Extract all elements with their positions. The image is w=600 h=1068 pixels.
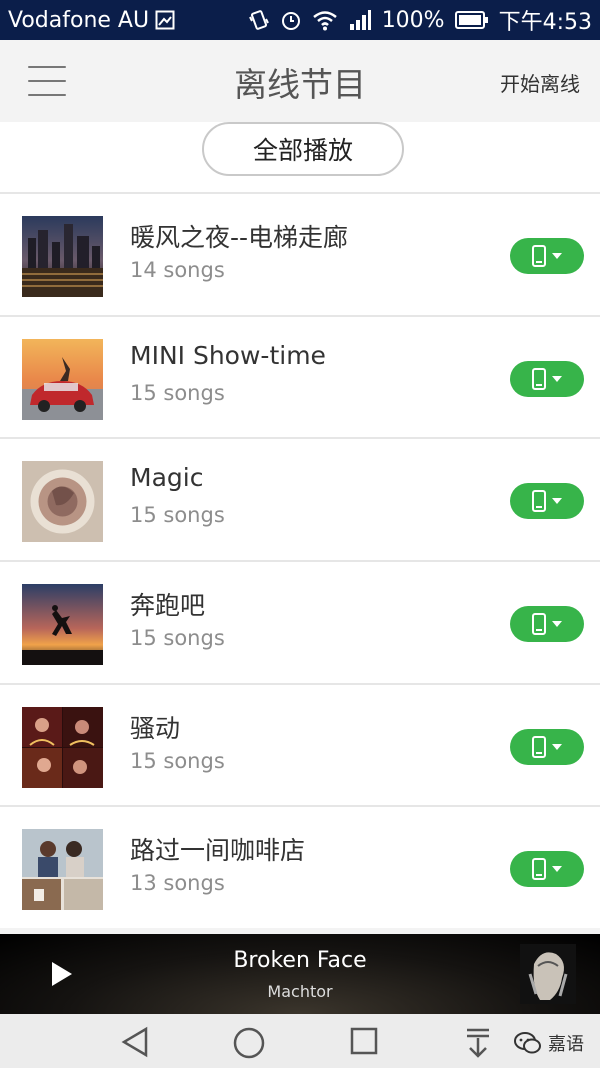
start-offline-button[interactable]: 开始离线 [500, 68, 580, 97]
album-art[interactable] [520, 944, 576, 1004]
playlist-title: 路过一间咖啡店 [130, 836, 306, 866]
playlist-thumbnail [22, 584, 103, 666]
playlist-title: 奔跑吧 [130, 591, 206, 621]
download-device-button[interactable] [510, 360, 584, 397]
playlist-row[interactable]: 暖风之夜--电梯走廊 14 songs [0, 192, 600, 315]
download-device-button[interactable] [510, 238, 584, 274]
clock: 下午4:53 [498, 10, 592, 35]
playlist-title: 暖风之夜--电梯走廊 [130, 223, 349, 252]
chevron-down-icon [552, 253, 562, 259]
playlist-title: MINI Show-time [130, 340, 326, 370]
chevron-down-icon [552, 621, 562, 628]
playlist-list: 暖风之夜--电梯走廊 14 songs MINI Show-time 15 so… [0, 192, 600, 929]
wechat-watermark: 嘉语 [514, 1030, 584, 1056]
carrier-label: Vodafone AU [8, 7, 150, 33]
battery-percent: 100% [381, 7, 445, 33]
wechat-icon [514, 1032, 541, 1054]
now-playing-title: Broken Face [233, 948, 367, 973]
playlist-thumbnail [22, 461, 103, 543]
playlist-song-count: 15 songs [130, 380, 225, 405]
phone-icon [532, 490, 546, 513]
battery-icon [454, 10, 489, 30]
playlist-row[interactable]: 奔跑吧 15 songs [0, 560, 600, 683]
playlist-thumbnail [22, 216, 103, 297]
chevron-down-icon [552, 743, 562, 750]
download-device-button[interactable] [510, 851, 584, 888]
chevron-down-icon [552, 498, 562, 505]
download-device-button[interactable] [510, 728, 584, 765]
chevron-down-icon [552, 866, 562, 873]
playlist-row[interactable]: 骚动 15 songs [0, 682, 600, 806]
playlist-thumbnail [22, 706, 103, 788]
playlist-song-count: 15 songs [130, 748, 225, 773]
now-playing-artist: Machtor [267, 982, 333, 1001]
system-navigation-bar: 嘉语 [0, 1014, 600, 1068]
vibrate-icon [248, 9, 270, 31]
play-all-button[interactable]: 全部播放 [202, 122, 404, 176]
playlist-song-count: 14 songs [130, 258, 225, 282]
notifications-icon[interactable] [464, 1026, 492, 1058]
playlist-thumbnail [22, 338, 103, 420]
playlist-title: Magic [130, 463, 204, 493]
download-device-button[interactable] [510, 483, 584, 520]
playlist-song-count: 15 songs [130, 626, 225, 651]
download-device-button[interactable] [510, 606, 584, 643]
image-icon [155, 10, 175, 30]
playlist-row[interactable]: Magic 15 songs [0, 437, 600, 561]
back-icon[interactable] [120, 1026, 150, 1058]
phone-icon [532, 735, 546, 758]
recents-icon[interactable] [349, 1026, 379, 1056]
playlist-song-count: 15 songs [130, 503, 225, 528]
playlist-row[interactable]: 路过一间咖啡店 13 songs [0, 805, 600, 929]
app-header: 离线节目 开始离线 [0, 40, 600, 122]
play-all-bar: 全部播放 [0, 122, 600, 192]
playlist-song-count: 13 songs [130, 871, 225, 896]
playlist-title: 骚动 [130, 713, 181, 743]
phone-icon [532, 367, 546, 390]
phone-icon [532, 245, 546, 267]
phone-icon [532, 858, 546, 881]
signal-icon [348, 9, 372, 31]
home-icon[interactable] [232, 1026, 266, 1060]
playlist-thumbnail [22, 829, 103, 911]
chevron-down-icon [552, 375, 562, 382]
phone-icon [532, 613, 546, 636]
status-bar: Vodafone AU 100% 下午4:53 [0, 0, 600, 40]
alarm-icon [280, 9, 302, 31]
mini-player[interactable]: Broken Face Machtor [0, 934, 600, 1014]
watermark-text: 嘉语 [548, 1034, 584, 1055]
wifi-icon [312, 9, 338, 31]
playlist-row[interactable]: MINI Show-time 15 songs [0, 314, 600, 438]
